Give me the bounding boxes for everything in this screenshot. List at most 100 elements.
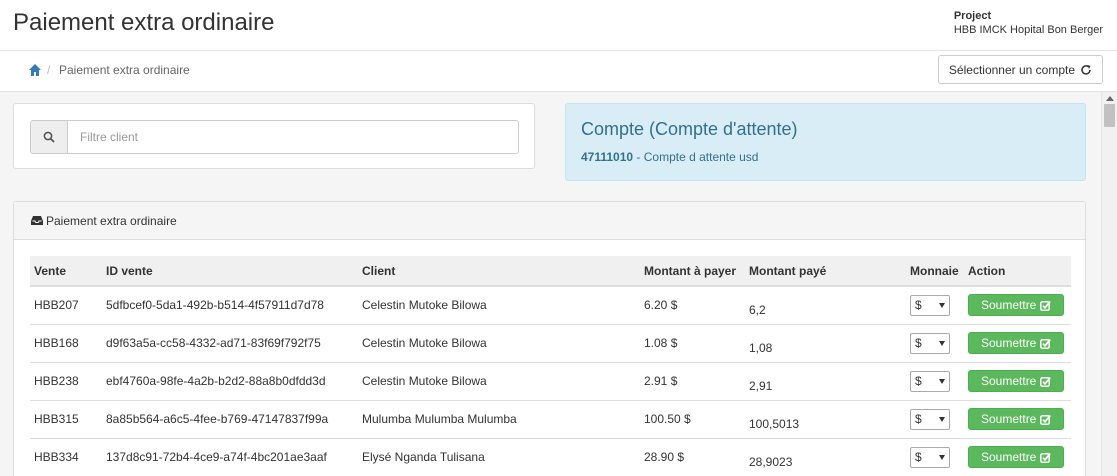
cell-action: Soumettre xyxy=(964,286,1071,325)
currency-select[interactable]: $ xyxy=(910,446,950,468)
check-square-icon xyxy=(1040,376,1052,387)
cell-id-vente: ebf4760a-98fe-4a2b-b2d2-88a8b0dfdd3d xyxy=(102,362,358,401)
currency-value: $ xyxy=(915,412,922,426)
table-row: HBB334 137d8c91-72b4-4ce9-a74f-4bc201ae3… xyxy=(30,438,1071,476)
cell-montant-paye[interactable]: 6,2 xyxy=(745,286,906,325)
client-filter-input[interactable] xyxy=(68,121,518,153)
page-scrollbar[interactable] xyxy=(1101,92,1117,476)
currency-value: $ xyxy=(915,450,922,464)
account-line: 47111010 - Compte d attente usd xyxy=(581,150,758,164)
submit-button[interactable]: Soumettre xyxy=(968,294,1065,317)
scrollbar-thumb[interactable] xyxy=(1104,104,1115,127)
table-header-row: Vente ID vente Client Montant à payer Mo… xyxy=(30,256,1071,287)
cell-action: Soumettre xyxy=(964,400,1071,439)
table-row: HBB168 d9f63a5a-cc58-4332-ad71-83f69f792… xyxy=(30,324,1071,363)
cell-action: Soumettre xyxy=(964,362,1071,401)
account-heading: Compte (Compte d'attente) xyxy=(581,119,798,139)
filter-panel xyxy=(13,103,535,169)
submit-label: Soumettre xyxy=(981,412,1037,426)
page-header: Paiement extra ordinaire Project HBB IMC… xyxy=(0,0,1117,51)
col-action: Action xyxy=(964,256,1071,287)
cell-vente: HBB168 xyxy=(30,324,102,363)
search-addon xyxy=(31,121,68,153)
cell-vente: HBB238 xyxy=(30,362,102,401)
client-filter-group xyxy=(30,120,519,154)
project-info: Project HBB IMCK Hopital Bon Berger xyxy=(954,9,1103,37)
currency-select[interactable]: $ xyxy=(910,370,950,392)
cell-vente: HBB334 xyxy=(30,438,102,476)
cell-montant-a-payer: 1.08 $ xyxy=(640,324,745,363)
page-title: Paiement extra ordinaire xyxy=(13,9,275,36)
breadcrumb: / Paiement extra ordinaire Sélectionner … xyxy=(0,51,1117,92)
check-square-icon xyxy=(1040,300,1052,311)
cell-client: Elysé Nganda Tulisana xyxy=(358,438,640,476)
currency-select[interactable]: $ xyxy=(910,408,950,430)
cell-client: Celestin Mutoke Bilowa xyxy=(358,286,640,325)
account-number: 47111010 xyxy=(581,150,634,164)
cell-id-vente: d9f63a5a-cc58-4332-ad71-83f69f792f75 xyxy=(102,324,358,363)
refresh-icon xyxy=(1081,64,1091,75)
caret-down-icon xyxy=(939,454,945,460)
project-name: HBB IMCK Hopital Bon Berger xyxy=(953,24,1103,36)
cell-montant-paye[interactable]: 100,5013 xyxy=(745,400,906,439)
scroll-up-icon[interactable] xyxy=(1106,96,1114,101)
cell-montant-paye[interactable]: 2,91 xyxy=(745,362,906,401)
currency-value: $ xyxy=(915,336,922,350)
submit-button[interactable]: Soumettre xyxy=(968,370,1065,392)
cell-id-vente: 5dfbcef0-5da1-492b-b514-4f57911d7d78 xyxy=(102,286,358,325)
selected-account-box: Compte (Compte d'attente) 47111010 - Com… xyxy=(565,103,1086,181)
caret-down-icon xyxy=(939,340,945,346)
breadcrumb-separator: / xyxy=(47,63,51,77)
submit-label: Soumettre xyxy=(981,336,1037,350)
currency-select[interactable]: $ xyxy=(910,332,950,354)
cell-action: Soumettre xyxy=(964,438,1071,476)
search-icon xyxy=(43,131,55,143)
cell-montant-a-payer: 100.50 $ xyxy=(640,400,745,439)
currency-select[interactable]: $ xyxy=(910,294,950,316)
col-montant-a-payer: Montant à payer xyxy=(640,256,745,287)
submit-button[interactable]: Soumettre xyxy=(968,332,1065,354)
cell-monnaie: $ xyxy=(906,362,964,401)
table-row: HBB315 8a85b564-a6c5-4fee-b769-47147837f… xyxy=(30,400,1071,439)
account-description: - Compte d attente usd xyxy=(633,150,759,164)
cell-montant-a-payer: 28.90 $ xyxy=(640,438,745,476)
caret-down-icon xyxy=(939,416,945,422)
check-square-icon xyxy=(1040,452,1052,463)
col-vente: Vente xyxy=(30,256,102,287)
cell-monnaie: $ xyxy=(906,324,964,363)
inbox-icon xyxy=(31,216,43,225)
select-account-button[interactable]: Sélectionner un compte xyxy=(937,55,1103,84)
payments-table: Vente ID vente Client Montant à payer Mo… xyxy=(30,256,1071,476)
cell-monnaie: $ xyxy=(906,438,964,476)
cell-montant-paye[interactable]: 28,9023 xyxy=(745,438,906,476)
cell-vente: HBB315 xyxy=(30,400,102,439)
col-montant-paye: Montant payé xyxy=(745,256,906,287)
currency-value: $ xyxy=(915,374,922,388)
cell-monnaie: $ xyxy=(906,400,964,439)
cell-montant-a-payer: 2.91 $ xyxy=(640,362,745,401)
submit-button[interactable]: Soumettre xyxy=(968,446,1065,468)
table-row: HBB238 ebf4760a-98fe-4a2b-b2d2-88a8b0dfd… xyxy=(30,362,1071,401)
home-icon[interactable] xyxy=(28,63,42,77)
cell-montant-a-payer: 6.20 $ xyxy=(640,286,745,325)
check-square-icon xyxy=(1040,414,1052,425)
cell-action: Soumettre xyxy=(964,324,1071,363)
project-label: Project xyxy=(953,10,992,22)
table-row: HBB207 5dfbcef0-5da1-492b-b514-4f57911d7… xyxy=(30,286,1071,325)
submit-label: Soumettre xyxy=(981,450,1037,464)
submit-label: Soumettre xyxy=(981,298,1037,313)
cell-id-vente: 8a85b564-a6c5-4fee-b769-47147837f99a xyxy=(102,400,358,439)
caret-down-icon xyxy=(939,378,945,384)
currency-value: $ xyxy=(915,298,922,313)
submit-button[interactable]: Soumettre xyxy=(968,408,1065,430)
payments-panel: Paiement extra ordinaire Vente ID vente … xyxy=(13,201,1086,476)
caret-down-icon xyxy=(939,302,945,308)
cell-client: Celestin Mutoke Bilowa xyxy=(358,362,640,401)
select-account-label: Sélectionner un compte xyxy=(948,62,1075,77)
submit-label: Soumettre xyxy=(981,374,1037,388)
cell-client: Mulumba Mulumba Mulumba xyxy=(358,400,640,439)
cell-montant-paye[interactable]: 1,08 xyxy=(745,324,906,363)
payments-panel-title: Paiement extra ordinaire xyxy=(46,213,177,228)
col-id-vente: ID vente xyxy=(102,256,358,287)
cell-monnaie: $ xyxy=(906,286,964,325)
